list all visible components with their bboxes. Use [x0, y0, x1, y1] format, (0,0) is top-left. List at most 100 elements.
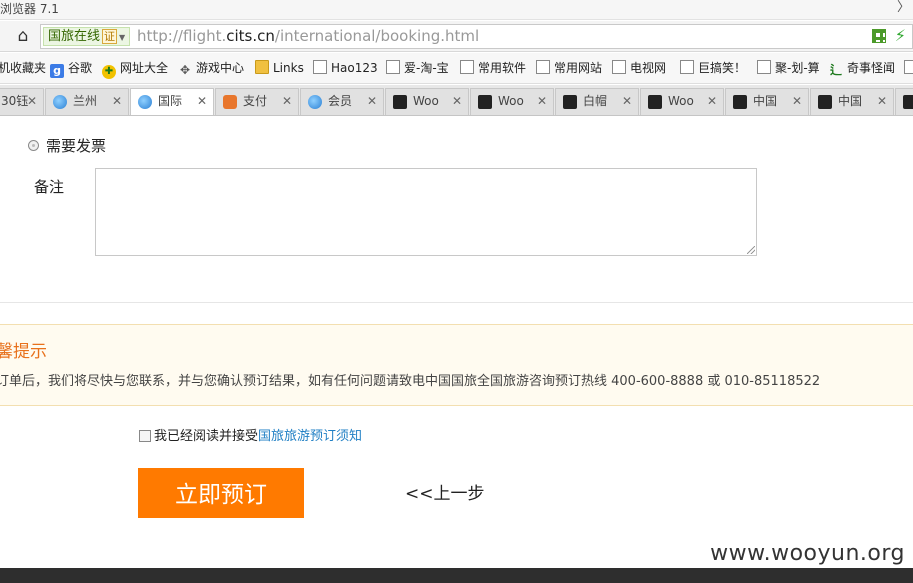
tab[interactable]: 兰州 ✕: [45, 88, 129, 115]
tips-panel: 馨提示 订单后，我们将尽快与您联系，并与您确认预订结果，如有任何问题请致电中国国…: [0, 324, 913, 406]
tab-label: 国际: [158, 94, 183, 108]
url-box[interactable]: 国旅在线证 ▼ http://flight.cits.cn/internation…: [40, 24, 913, 49]
page-icon: [904, 60, 913, 74]
close-icon[interactable]: ✕: [622, 89, 632, 114]
qr-code-icon[interactable]: [872, 29, 886, 43]
tab-label: 兰州: [73, 94, 98, 108]
page-icon: [313, 60, 327, 74]
bookmark-item[interactable]: 爱-淘-宝: [386, 60, 449, 76]
bookmark-label: 奇事怪闻: [847, 61, 896, 75]
tab-label: Woo: [413, 94, 439, 108]
address-bar: ⌂ 国旅在线证 ▼ http://flight.cits.cn/internati…: [0, 21, 913, 52]
window-titlebar: 浏览器 7.1 〉: [0, 0, 913, 20]
watermark: www.wooyun.org: [710, 541, 905, 566]
bookmark-label: 爱-淘-宝: [404, 61, 449, 75]
tips-title: 馨提示: [0, 342, 47, 362]
bookmark-item[interactable]: 巨搞笑！: [680, 60, 746, 76]
close-icon[interactable]: ✕: [282, 89, 292, 114]
bookmark-item[interactable]: g 谷歌: [50, 60, 92, 78]
bookmark-label: 谷歌: [68, 61, 93, 75]
bookmark-item[interactable]: ✚ 网址大全: [102, 60, 168, 79]
prev-step-link[interactable]: <<上一步: [405, 483, 485, 505]
bookmark-item[interactable]: 常用软件: [460, 60, 526, 76]
globe-icon: [53, 95, 67, 109]
close-icon[interactable]: ✕: [537, 89, 547, 114]
window-title: 浏览器 7.1: [0, 2, 59, 16]
bookmark-label: 常用软件: [478, 61, 527, 75]
bookmark-item[interactable]: 机收藏夹: [0, 60, 46, 76]
tab-bar: 30钰 ✕ 兰州 ✕ 国际 ✕ 支付 ✕ 会员 ✕ Woo ✕ Woo ✕ 白帽…: [0, 85, 913, 116]
resize-grip-icon[interactable]: [747, 246, 755, 254]
bookmark-item[interactable]: [904, 60, 913, 76]
tab[interactable]: 中国 ✕: [725, 88, 809, 115]
tab-label: Woo: [668, 94, 694, 108]
page-icon: [386, 60, 400, 74]
bookmark-label: 聚-划-算: [775, 61, 820, 75]
globe-icon: [138, 95, 152, 109]
bookmark-label: 巨搞笑！: [698, 61, 747, 75]
bookmark-item[interactable]: 聚-划-算: [757, 60, 820, 76]
close-icon[interactable]: ✕: [112, 89, 122, 114]
tab[interactable]: 30钰 ✕: [0, 88, 44, 115]
bookmark-item[interactable]: 电视网: [612, 60, 666, 76]
close-icon[interactable]: ✕: [707, 89, 717, 114]
lightning-icon[interactable]: ⚡: [895, 26, 906, 46]
home-icon[interactable]: ⌂: [13, 26, 33, 46]
wooyun-icon: [393, 95, 407, 109]
bookmark-item[interactable]: ✥ 游戏中心: [178, 60, 244, 77]
bookmark-label: 电视网: [630, 61, 667, 75]
page-icon: [536, 60, 550, 74]
wooyun-icon: [733, 95, 747, 109]
close-icon[interactable]: ✕: [367, 89, 377, 114]
nav-icon: ✚: [102, 65, 116, 79]
site-identity-badge[interactable]: 国旅在线证 ▼: [43, 27, 131, 46]
invoice-radio[interactable]: [28, 140, 39, 151]
tab[interactable]: 白帽 ✕: [555, 88, 639, 115]
bookmark-label: Hao123: [331, 61, 378, 75]
tab[interactable]: 会员 ✕: [300, 88, 384, 115]
book-now-button[interactable]: 立即预订: [138, 468, 304, 518]
tab-label: 中国: [753, 94, 778, 108]
dropdown-arrow-icon: ▼: [119, 33, 126, 42]
close-icon[interactable]: ✕: [877, 89, 887, 114]
bookmark-item[interactable]: 常用网站: [536, 60, 602, 76]
globe-icon: [308, 95, 322, 109]
wooyun-icon: [563, 95, 577, 109]
url-path: /international/booking.html: [274, 27, 480, 45]
invoice-label: 需要发票: [46, 137, 107, 155]
tips-text: 订单后，我们将尽快与您联系，并与您确认预订结果，如有任何问题请致电中国国旅全国旅…: [0, 374, 821, 389]
site-name: 国旅在线: [48, 29, 101, 44]
bookmark-item[interactable]: Hao123: [313, 60, 378, 76]
bookmark-label: 机收藏夹: [0, 61, 47, 75]
page-icon: [757, 60, 771, 74]
url-input[interactable]: http://flight.cits.cn/international/book…: [137, 26, 479, 47]
bookmark-item[interactable]: Links: [255, 60, 304, 76]
agreement-text: 我已经阅读并接受: [154, 429, 259, 444]
tab[interactable]: [895, 88, 913, 115]
chevron-right-icon[interactable]: 〉: [897, 0, 910, 16]
tab[interactable]: Woo ✕: [470, 88, 554, 115]
url-domain: cits.cn: [226, 27, 275, 45]
bookmark-item[interactable]: ⻍奇事怪闻: [829, 60, 895, 77]
page-icon: [612, 60, 626, 74]
agreement-checkbox[interactable]: [139, 430, 151, 442]
tab[interactable]: 支付 ✕: [215, 88, 299, 115]
tab[interactable]: Woo ✕: [640, 88, 724, 115]
agreement-label: 我已经阅读并接受国旅旅游预订须知: [154, 428, 362, 446]
close-icon[interactable]: ✕: [792, 89, 802, 114]
tab-label: Woo: [498, 94, 524, 108]
bookmark-label: 常用网站: [554, 61, 603, 75]
close-icon[interactable]: ✕: [27, 89, 37, 114]
close-icon[interactable]: ✕: [452, 89, 462, 114]
agreement-link[interactable]: 国旅旅游预订须知: [258, 429, 362, 444]
google-icon: g: [50, 64, 64, 78]
bookmark-label: Links: [273, 61, 304, 75]
tab[interactable]: Woo ✕: [385, 88, 469, 115]
wooyun-icon: [818, 95, 832, 109]
remark-textarea[interactable]: [95, 168, 757, 256]
divider: [0, 302, 913, 303]
close-icon[interactable]: ✕: [197, 89, 207, 114]
wooyun-icon: [903, 95, 913, 109]
tab-active[interactable]: 国际 ✕: [130, 88, 214, 115]
tab[interactable]: 中国 ✕: [810, 88, 894, 115]
